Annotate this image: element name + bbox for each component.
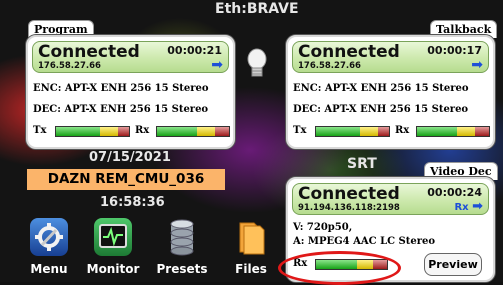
program-status: Connected 00:00:21 176.58.27.66 ➡: [32, 41, 229, 73]
presets-label: Presets: [156, 262, 208, 276]
database-icon: [163, 218, 201, 256]
talkback-dec: DEC: APT-X ENH 256 15 Stereo: [293, 104, 469, 115]
highlight-ellipse: [278, 251, 401, 285]
talkback-tx-meter: [315, 126, 390, 137]
menu-button[interactable]: Menu: [22, 200, 76, 282]
srt-video: V: 720p50,: [293, 222, 353, 233]
program-ip: 176.58.27.66: [38, 61, 101, 71]
program-state: Connected: [38, 42, 140, 62]
talkback-ip: 176.58.27.66: [298, 61, 361, 71]
menu-label: Menu: [30, 262, 68, 276]
lightbulb-icon[interactable]: [245, 48, 269, 80]
folder-icon: [232, 218, 270, 256]
srt-timer: 00:00:24: [427, 186, 482, 199]
srt-heading: SRT: [347, 156, 377, 172]
preview-button[interactable]: Preview: [424, 253, 482, 276]
date-display: 07/15/2021: [89, 150, 171, 165]
program-meters: Tx Rx: [33, 125, 230, 137]
rx-arrow-label: Rx: [454, 202, 469, 213]
program-panel[interactable]: Connected 00:00:21 176.58.27.66 ➡ ENC: A…: [26, 35, 235, 149]
talkback-timer: 00:00:17: [427, 44, 482, 57]
srt-audio: A: MPEG4 AAC LC Stereo: [293, 236, 436, 247]
program-tx-label: Tx: [33, 125, 47, 136]
program-rx-meter: [156, 126, 230, 137]
srt-status: Connected 00:00:24 91.194.136.118:2198 R…: [292, 183, 489, 215]
talkback-rx-label: Rx: [395, 125, 410, 136]
program-enc: ENC: APT-X ENH 256 15 Stereo: [33, 83, 209, 94]
srt-state: Connected: [298, 184, 400, 204]
program-dec: DEC: APT-X ENH 256 15 Stereo: [33, 104, 209, 115]
show-name-banner: DAZN REM_CMU_036: [27, 169, 225, 190]
program-tx-meter: [55, 126, 130, 137]
files-label: Files: [235, 262, 267, 276]
talkback-state: Connected: [298, 42, 400, 62]
talkback-rx-meter: [416, 126, 490, 137]
arrow-right-icon: ➡: [471, 57, 483, 73]
rx-arrow-indicator: Rx ➡: [454, 199, 483, 214]
arrow-right-icon: ➡: [211, 57, 223, 73]
program-rx-label: Rx: [135, 125, 150, 136]
talkback-enc: ENC: APT-X ENH 256 15 Stereo: [293, 83, 469, 94]
files-button[interactable]: Files: [224, 200, 278, 282]
talkback-tx-label: Tx: [293, 125, 307, 136]
monitor-button[interactable]: Monitor: [86, 200, 140, 282]
presets-button[interactable]: Presets: [155, 200, 209, 282]
arrow-right-icon: ➡: [472, 199, 483, 214]
monitor-icon: [94, 218, 132, 256]
srt-ip: 91.194.136.118:2198: [298, 203, 400, 213]
talkback-panel[interactable]: Connected 00:00:17 176.58.27.66 ➡ ENC: A…: [286, 35, 495, 149]
program-timer: 00:00:21: [167, 44, 222, 57]
monitor-label: Monitor: [86, 262, 140, 276]
talkback-status: Connected 00:00:17 176.58.27.66 ➡: [292, 41, 489, 73]
header-title: Eth:BRAVE: [215, 1, 299, 17]
gear-icon: [30, 218, 68, 256]
talkback-meters: Tx Rx: [293, 125, 490, 137]
